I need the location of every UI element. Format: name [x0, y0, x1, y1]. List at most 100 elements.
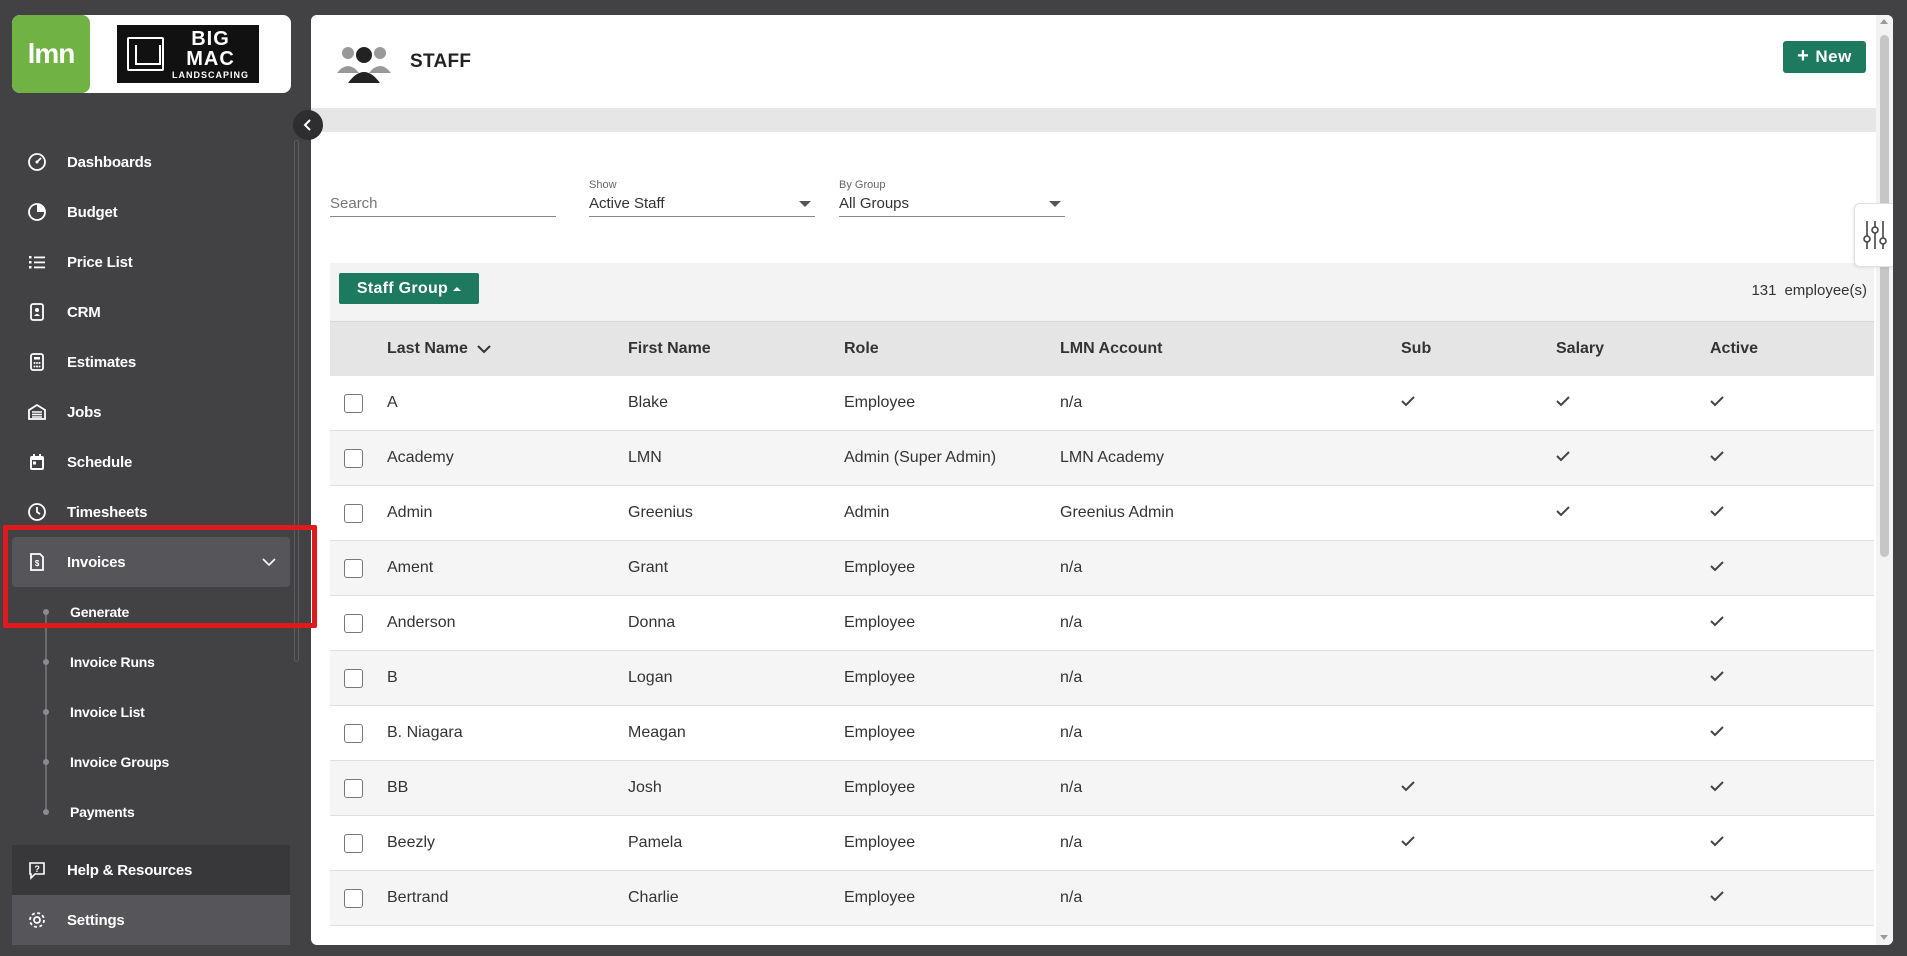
cell-active: [1710, 504, 1860, 522]
company-logo: BIG MAC LANDSCAPING: [117, 25, 259, 83]
checkmark-icon: [1710, 614, 1724, 631]
nav-label: Invoices: [67, 553, 126, 571]
scroll-up-arrow-icon[interactable]: [1880, 19, 1888, 24]
cell-last-name: B. Niagara: [387, 724, 463, 741]
nav-help-resources[interactable]: ? Help & Resources: [12, 845, 290, 895]
row-checkbox[interactable]: [344, 723, 363, 743]
cell-active: [1710, 889, 1860, 907]
cell-active: [1710, 394, 1860, 412]
cell-last-name: Bertrand: [387, 889, 449, 906]
checkmark-icon: [1710, 449, 1724, 466]
table-row[interactable]: Bertrand Charlie Employee n/a: [330, 871, 1874, 926]
filter-settings-button[interactable]: [1854, 203, 1893, 267]
row-checkbox[interactable]: [344, 668, 363, 688]
cell-last-name: B: [387, 669, 398, 686]
table-row[interactable]: A Blake Employee n/a: [330, 376, 1874, 431]
col-role[interactable]: Role: [844, 340, 1060, 358]
collapse-sidebar-button[interactable]: [293, 110, 323, 140]
group-value[interactable]: All Groups: [839, 193, 1065, 217]
nav-price-list[interactable]: Price List: [12, 237, 290, 287]
table-header: Last Name First Name Role LMN Account Su…: [330, 321, 1874, 376]
nav-jobs[interactable]: Jobs: [12, 387, 290, 437]
show-value[interactable]: Active Staff: [589, 193, 815, 217]
new-button-label: New: [1815, 47, 1852, 66]
col-first-name[interactable]: First Name: [628, 340, 844, 358]
subnav-invoice-groups[interactable]: Invoice Groups: [12, 737, 290, 787]
nav-invoices[interactable]: $ Invoices: [12, 537, 290, 587]
row-checkbox[interactable]: [344, 448, 363, 468]
new-button[interactable]: + New: [1783, 41, 1866, 73]
nav-label: Budget: [67, 203, 118, 221]
nav-budget[interactable]: Budget: [12, 187, 290, 237]
table-row[interactable]: Academy LMN Admin (Super Admin) LMN Academy: [330, 431, 1874, 486]
nav-estimates[interactable]: Estimates: [12, 337, 290, 387]
svg-text:$: $: [35, 559, 40, 568]
nav-dashboards[interactable]: Dashboards: [12, 137, 290, 187]
cell-role: Employee: [844, 614, 916, 631]
row-select-cell: [330, 613, 369, 633]
nav-timesheets[interactable]: Timesheets: [12, 487, 290, 537]
row-select-cell: [330, 778, 369, 798]
row-checkbox[interactable]: [344, 778, 363, 798]
help-icon: ?: [26, 859, 48, 881]
gear-icon: [26, 909, 48, 931]
cell-last-name: BB: [387, 779, 409, 796]
table-row[interactable]: Anderson Donna Employee n/a: [330, 596, 1874, 651]
table-row[interactable]: B Logan Employee n/a: [330, 651, 1874, 706]
nav-crm[interactable]: CRM: [12, 287, 290, 337]
row-checkbox[interactable]: [344, 393, 363, 413]
cell-first-name: Josh: [628, 779, 662, 796]
search-input[interactable]: Search: [330, 193, 556, 217]
page-title: STAFF: [410, 51, 472, 72]
table-row[interactable]: BB Josh Employee n/a: [330, 761, 1874, 816]
list-icon: [26, 251, 48, 273]
row-checkbox[interactable]: [344, 888, 363, 908]
subnav-invoice-runs[interactable]: Invoice Runs: [12, 637, 290, 687]
staff-group-button[interactable]: Staff Group: [339, 273, 479, 304]
checkmark-icon: [1710, 724, 1724, 741]
subnav-generate[interactable]: Generate: [12, 587, 290, 637]
table-row[interactable]: Ament Grant Employee n/a: [330, 541, 1874, 596]
scroll-down-arrow-icon[interactable]: [1880, 935, 1888, 940]
subnav-label: Generate: [70, 604, 130, 620]
company-logo-line1: BIG: [191, 27, 230, 50]
caret-up-icon: [453, 286, 462, 291]
table-row[interactable]: B. Niagara Meagan Employee n/a: [330, 706, 1874, 761]
checkmark-icon: [1710, 889, 1724, 906]
col-last-name[interactable]: Last Name: [369, 340, 628, 358]
col-lmn-account[interactable]: LMN Account: [1060, 340, 1401, 358]
group-select[interactable]: By Group All Groups: [839, 179, 1065, 217]
table-row[interactable]: Beezly Pamela Employee n/a: [330, 816, 1874, 871]
main-panel: STAFF + New Search Show Active Staff By …: [311, 15, 1893, 945]
lmn-logo[interactable]: lmn: [12, 15, 90, 93]
cell-lmn-account: n/a: [1060, 669, 1083, 686]
clock-icon: [26, 501, 48, 523]
col-salary[interactable]: Salary: [1556, 340, 1710, 358]
plus-icon: +: [1797, 44, 1810, 67]
col-sub[interactable]: Sub: [1401, 340, 1556, 358]
main-scrollbar[interactable]: [1876, 15, 1893, 945]
cell-lmn-account: n/a: [1060, 889, 1083, 906]
nav-settings[interactable]: Settings: [12, 895, 290, 945]
scroll-thumb[interactable]: [1880, 35, 1889, 557]
row-checkbox[interactable]: [344, 558, 363, 578]
nav-label: Price List: [67, 253, 133, 271]
cell-last-name: Ament: [387, 559, 434, 576]
subnav-label: Invoice List: [70, 704, 145, 720]
cell-salary: [1556, 449, 1710, 467]
sidebar-scroll-rail[interactable]: [294, 140, 299, 662]
row-checkbox[interactable]: [344, 613, 363, 633]
table-row[interactable]: Admin Greenius Admin Greenius Admin: [330, 486, 1874, 541]
col-active[interactable]: Active: [1710, 340, 1860, 358]
search-field[interactable]: Search: [330, 179, 556, 217]
row-checkbox[interactable]: [344, 503, 363, 523]
calculator-icon: [26, 351, 48, 373]
show-select[interactable]: Show Active Staff: [589, 179, 815, 217]
dashboard-icon: [26, 151, 48, 173]
row-checkbox[interactable]: [344, 833, 363, 853]
nav-schedule[interactable]: Schedule: [12, 437, 290, 487]
cell-last-name: Academy: [387, 449, 454, 466]
subnav-payments[interactable]: Payments: [12, 787, 290, 837]
cell-lmn-account: n/a: [1060, 834, 1083, 851]
subnav-invoice-list[interactable]: Invoice List: [12, 687, 290, 737]
